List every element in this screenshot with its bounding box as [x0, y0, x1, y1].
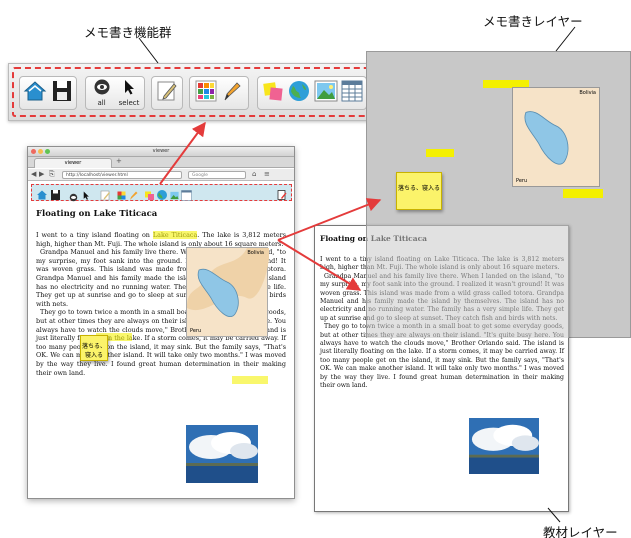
lake-map-image: Bolivia Peru [186, 247, 269, 337]
edit-note-icon[interactable] [277, 186, 287, 205]
forward-icon[interactable]: ▶ [39, 170, 44, 178]
all-label: all [97, 99, 106, 107]
sticky-note[interactable]: 落ちる、寝入る [80, 335, 108, 361]
tab-bar: viewer + [28, 157, 294, 168]
home-icon[interactable] [36, 186, 48, 205]
home-save-button-group[interactable] [19, 76, 77, 110]
save-icon[interactable] [51, 79, 73, 107]
url-field[interactable]: http://localhost/viewer.html [62, 171, 182, 179]
memo-map-shape [524, 111, 569, 165]
search-field[interactable]: Google [188, 171, 246, 179]
nav-bar: ◀ ▶ ⎘ http://localhost/viewer.html Googl… [28, 169, 294, 181]
memo-map-label-peru: Peru [516, 178, 528, 184]
lake-photo-shape [186, 425, 258, 483]
highlight-lake-titicaca [153, 231, 197, 239]
layer-overlap-tint [366, 225, 569, 338]
home-icon[interactable] [23, 79, 47, 107]
highlight-carried-away [232, 376, 268, 384]
pencil-icon[interactable] [100, 186, 111, 205]
material-layer-label: 教材レイヤー [543, 525, 618, 538]
select-arrow-icon [122, 79, 136, 99]
sticky-notes-icon[interactable] [144, 186, 155, 205]
memo-map-label-bolivia: Bolivia [579, 90, 596, 96]
table-icon[interactable] [181, 186, 192, 205]
window-title: viewer [152, 148, 170, 154]
memo-toolbar-enlarged: all select [8, 63, 406, 121]
memo-highlight-3 [563, 189, 603, 198]
map-label-peru: Peru [190, 328, 202, 334]
lake-photo-image [186, 425, 258, 483]
map-label-bolivia: Bolivia [247, 250, 264, 256]
window-titlebar: viewer [28, 147, 294, 157]
select-button[interactable]: select [118, 79, 140, 107]
memo-sticky-note[interactable]: 落ちる、寝入る [396, 172, 442, 210]
back-icon[interactable]: ◀ [31, 170, 36, 178]
doc-title: Floating on Lake Titicaca [36, 209, 158, 219]
pencil-button[interactable] [151, 76, 183, 110]
share-icon[interactable]: ⎘ [49, 170, 55, 179]
select-arrow-icon[interactable] [82, 186, 90, 205]
sticky-notes-icon[interactable] [262, 80, 284, 106]
browser-window: viewer viewer + ◀ ▶ ⎘ http://localhost/v… [27, 146, 295, 499]
material-photo-shape [469, 418, 539, 474]
memo-layer-leader [555, 26, 576, 52]
pencil-icon [156, 80, 178, 106]
new-tab-icon[interactable]: + [116, 157, 122, 165]
memo-tools-leader [138, 37, 159, 64]
save-icon[interactable] [50, 186, 61, 205]
table-icon[interactable] [341, 80, 363, 106]
lake-map-shape [187, 248, 269, 317]
memo-map-image: Bolivia Peru [512, 87, 600, 187]
menu-icon[interactable]: ≡ [264, 170, 270, 178]
tab-viewer[interactable]: viewer [34, 158, 112, 168]
memo-tools-label: メモ書き機能群 [84, 25, 172, 40]
brush-icon[interactable] [128, 186, 139, 205]
material-photo-image [469, 418, 539, 474]
memo-highlight-2 [426, 149, 454, 157]
image-icon[interactable] [169, 186, 180, 205]
eye-all-icon[interactable] [68, 187, 79, 206]
memo-layer-label: メモ書きレイヤー [483, 14, 583, 29]
brush-icon[interactable] [221, 80, 243, 106]
eye-all-icon [91, 79, 113, 99]
select-label: select [118, 99, 140, 107]
memo-toolbar [31, 184, 292, 202]
home-nav-icon[interactable]: ⌂ [252, 170, 256, 178]
palette-brush-button-group[interactable] [189, 76, 249, 110]
all-select-button-group[interactable]: all select [85, 76, 145, 110]
eye-all-button[interactable]: all [91, 79, 113, 107]
color-palette-icon[interactable] [195, 80, 217, 106]
insert-button-group[interactable] [257, 76, 367, 110]
web-globe-icon[interactable] [156, 186, 168, 205]
color-palette-icon[interactable] [116, 186, 127, 205]
image-icon[interactable] [314, 80, 338, 106]
web-globe-icon[interactable] [287, 79, 311, 107]
